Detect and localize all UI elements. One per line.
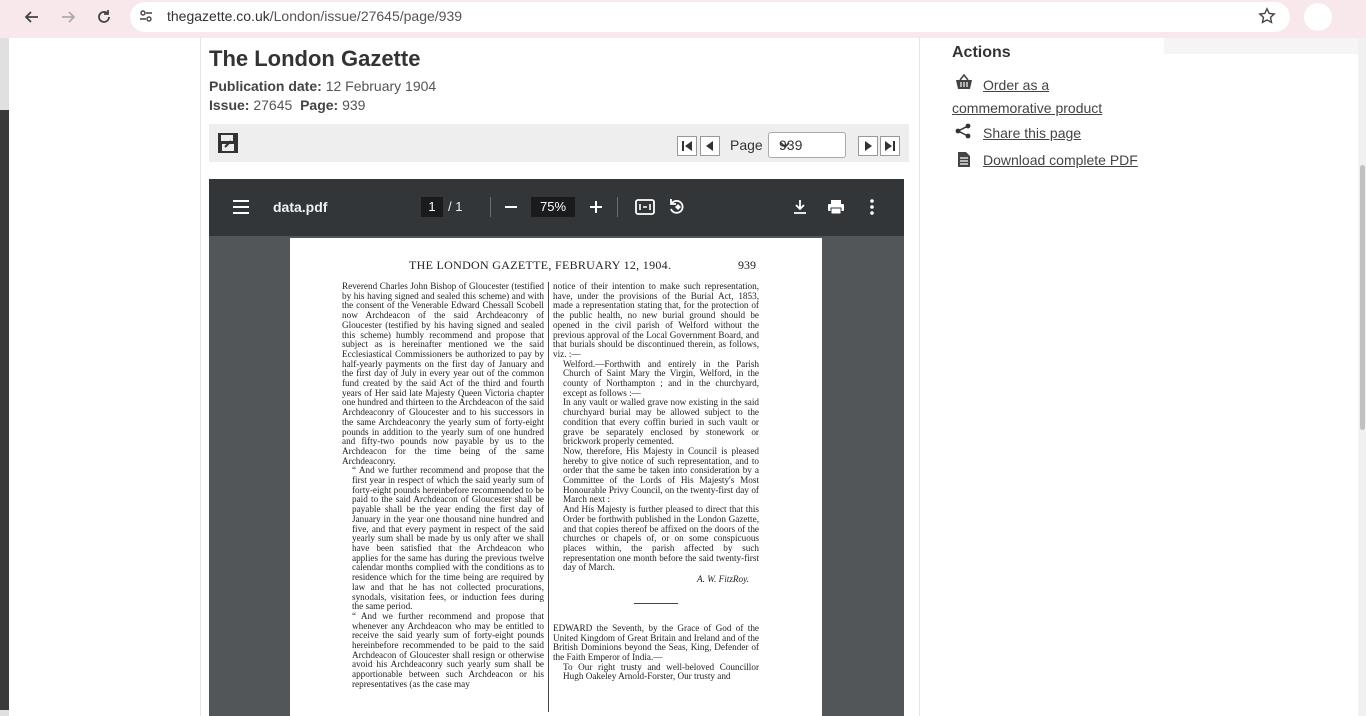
menu-icon[interactable] bbox=[230, 196, 252, 218]
save-icon[interactable] bbox=[217, 132, 239, 159]
pdf-paragraph: To Our right trusty and well-beloved Cou… bbox=[563, 661, 759, 682]
pdf-signature: A. W. FitzRoy. bbox=[697, 574, 749, 585]
back-icon[interactable] bbox=[20, 5, 44, 29]
toolbar-separator bbox=[617, 197, 618, 217]
pdf-page-header: THE LONDON GAZETTE, FEBRUARY 12, 1904. bbox=[409, 258, 672, 272]
more-options-icon[interactable] bbox=[861, 196, 883, 218]
issue-number: 27645 bbox=[253, 97, 293, 113]
section-rule bbox=[634, 602, 678, 604]
print-icon[interactable] bbox=[825, 196, 847, 218]
document-icon bbox=[957, 151, 971, 173]
url-domain: thegazette.co.uk bbox=[167, 8, 270, 24]
column-divider bbox=[548, 282, 549, 712]
zoom-level-input[interactable]: 75% bbox=[531, 197, 575, 217]
pdf-paragraph: And His Majesty is further pleased to di… bbox=[563, 504, 759, 573]
page-title: The London Gazette bbox=[209, 46, 421, 71]
actions-heading: Actions bbox=[952, 44, 1011, 61]
page-number: 939 bbox=[342, 97, 366, 113]
prev-page-button[interactable] bbox=[700, 136, 720, 156]
issue-label: Issue: bbox=[209, 97, 250, 113]
reload-icon[interactable] bbox=[92, 5, 116, 29]
pdf-right-column: notice of their intention to make such r… bbox=[553, 281, 759, 682]
publication-date: 12 February 1904 bbox=[325, 78, 437, 94]
left-dark-strip bbox=[0, 110, 9, 710]
sidebar-top-strip bbox=[1164, 38, 1366, 54]
pdf-paragraph: Welford.—Forthwith and entirely in the P… bbox=[563, 358, 759, 398]
pdf-toolbar: data.pdf 1 / 1 75% bbox=[209, 179, 904, 236]
publication-info: Publication date: 12 February 1904 bbox=[209, 78, 436, 94]
next-page-button[interactable] bbox=[858, 136, 878, 156]
toolbar-separator bbox=[490, 197, 491, 217]
bookmark-star-icon[interactable] bbox=[1258, 7, 1276, 30]
first-page-button[interactable] bbox=[677, 136, 697, 156]
pdf-paragraph: notice of their intention to make such r… bbox=[553, 281, 759, 359]
share-icon bbox=[955, 123, 971, 144]
pdf-filename: data.pdf bbox=[273, 199, 328, 215]
pdf-paragraph: “ And we further recommend and propose t… bbox=[352, 610, 544, 689]
download-pdf-link[interactable]: Download complete PDF bbox=[983, 152, 1138, 168]
rotate-icon[interactable] bbox=[666, 196, 688, 218]
page-selector-label: Page bbox=[730, 137, 763, 153]
issue-info: Issue: 27645 Page: 939 bbox=[209, 97, 365, 113]
zoom-in-icon[interactable] bbox=[585, 196, 607, 218]
zoom-out-icon[interactable] bbox=[500, 196, 522, 218]
pdf-page: THE LONDON GAZETTE, FEBRUARY 12, 1904. 9… bbox=[290, 238, 822, 716]
chevron-down-icon bbox=[779, 138, 839, 154]
pdf-page-number: 939 bbox=[738, 258, 756, 272]
profile-avatar[interactable] bbox=[1304, 3, 1332, 31]
publication-date-label: Publication date: bbox=[209, 78, 322, 94]
order-commemorative-link[interactable]: Order as a commemorative product bbox=[952, 74, 1152, 120]
pdf-page-input[interactable]: 1 bbox=[421, 197, 443, 217]
pdf-paragraph: Now, therefore, His Majesty in Council i… bbox=[563, 445, 759, 505]
forward-icon[interactable] bbox=[56, 5, 80, 29]
page-label: Page: bbox=[300, 97, 339, 113]
url-text[interactable]: thegazette.co.uk/London/issue/27645/page… bbox=[167, 8, 462, 24]
url-path: /London/issue/27645/page/939 bbox=[269, 8, 463, 24]
last-page-button[interactable] bbox=[880, 136, 900, 156]
pdf-paragraph: In any vault or walled grave now existin… bbox=[563, 397, 759, 447]
download-icon[interactable] bbox=[789, 196, 811, 218]
pdf-paragraph: “ And we further recommend and propose t… bbox=[352, 465, 544, 612]
site-info-icon[interactable] bbox=[138, 8, 154, 29]
pdf-paragraph: EDWARD the Seventh, by the Grace of God … bbox=[553, 622, 759, 662]
scrollbar-thumb[interactable] bbox=[1360, 165, 1365, 430]
pdf-left-column: Reverend Charles John Bishop of Gloucest… bbox=[342, 281, 544, 690]
page-select[interactable]: 939 bbox=[768, 132, 846, 158]
pdf-page-count: / 1 bbox=[448, 199, 463, 214]
share-page-link[interactable]: Share this page bbox=[983, 125, 1081, 141]
fit-to-page-icon[interactable] bbox=[634, 196, 656, 218]
pdf-paragraph: Reverend Charles John Bishop of Gloucest… bbox=[342, 281, 544, 466]
pdf-viewer: data.pdf 1 / 1 75% THE LONDON GAZETTE, F… bbox=[209, 179, 904, 716]
